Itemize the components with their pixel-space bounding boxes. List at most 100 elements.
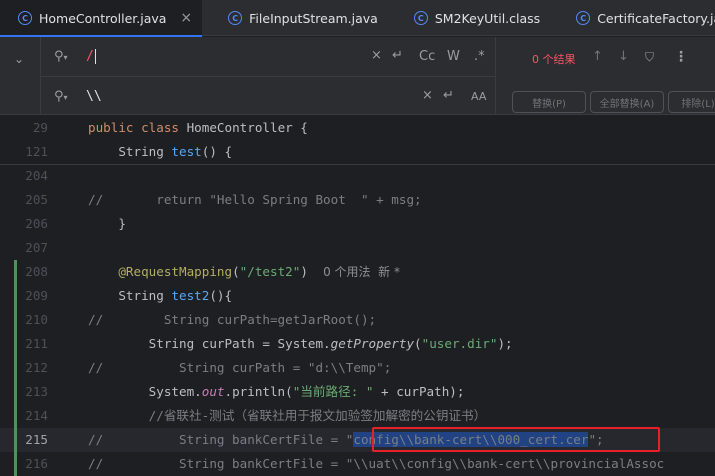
code-line[interactable]: 205 // return "Hello Spring Boot " + msg; <box>0 188 715 212</box>
tab-sm2-key-util[interactable]: C SM2KeyUtil.class <box>388 0 550 36</box>
code-text: // String bankCertFile = "\\uat\\config\… <box>88 452 664 476</box>
code-text: // String curPath = "d:\\Temp"; <box>88 356 391 380</box>
replace-all-button[interactable]: 全部替换(A) <box>590 91 664 113</box>
previous-occurrence-icon[interactable]: ↑ <box>592 49 603 64</box>
code-token: "user.dir" <box>421 336 498 351</box>
java-class-icon: C <box>18 11 32 25</box>
code-text: System.out.println("当前路径: " + curPath); <box>88 380 465 404</box>
code-text: //省联社-测试（省联社用于报文加验签加解密的公钥证书） <box>88 404 487 428</box>
code-line[interactable]: 209 String test2(){ <box>0 284 715 308</box>
line-number: 29 <box>32 120 48 135</box>
newline-icon[interactable]: ↵ <box>392 48 403 63</box>
tab-file-input-stream[interactable]: C FileInputStream.java <box>202 0 388 36</box>
code-line[interactable]: 121 String test() { <box>0 140 715 164</box>
preserve-case-toggle[interactable]: AA <box>471 90 486 103</box>
code-line[interactable]: 29 public class HomeController { <box>0 116 715 140</box>
sticky-header-separator <box>0 164 715 165</box>
whole-words-toggle[interactable]: W <box>447 49 460 64</box>
line-number: 211 <box>25 336 48 351</box>
newline-icon[interactable]: ↵ <box>443 88 454 103</box>
clear-replace-icon[interactable]: × <box>422 88 433 103</box>
highlight-annotation-box <box>372 427 660 452</box>
tab-label: SM2KeyUtil.class <box>434 10 541 26</box>
match-case-toggle[interactable]: Cc <box>419 49 435 64</box>
replace-button[interactable]: 替换(P) <box>512 91 586 113</box>
vcs-change-marker <box>14 260 17 476</box>
line-number: 212 <box>25 360 48 375</box>
code-text: String test2(){ <box>88 284 232 308</box>
code-token: test <box>171 144 202 159</box>
code-text: String test() { <box>88 140 232 164</box>
line-number: 207 <box>25 240 48 255</box>
code-line[interactable]: 211 String curPath = System.getProperty(… <box>0 332 715 356</box>
code-token: ); <box>497 336 513 351</box>
code-token: String <box>88 288 172 303</box>
code-token: String <box>88 144 172 159</box>
code-token: .println( <box>224 384 293 399</box>
code-token: test2 <box>171 288 210 303</box>
clear-search-icon[interactable]: × <box>371 48 382 63</box>
java-class-icon: C <box>413 11 428 25</box>
tab-label: HomeController.java <box>39 10 167 26</box>
replace-history-icon[interactable]: ⚲▾ <box>54 89 68 104</box>
code-line[interactable]: 208 @RequestMapping("/test2") 0 个用法 新 * <box>0 260 715 284</box>
code-line[interactable]: 214 //省联社-测试（省联社用于报文加验签加解密的公钥证书） <box>0 404 715 428</box>
code-line[interactable]: 210 // String curPath=getJarRoot(); <box>0 308 715 332</box>
divider <box>40 76 495 77</box>
tab-home-controller[interactable]: C HomeController.java × <box>0 0 203 37</box>
line-number: 206 <box>25 216 48 231</box>
regex-toggle[interactable]: .* <box>474 49 485 64</box>
code-text: // return "Hello Spring Boot " + msg; <box>88 188 422 212</box>
code-token: @RequestMapping <box>88 264 233 279</box>
search-history-icon[interactable]: ⚲▾ <box>54 49 68 64</box>
tab-label: FileInputStream.java <box>249 10 378 26</box>
line-number: 209 <box>25 288 48 303</box>
java-class-icon: C <box>228 11 243 25</box>
code-line[interactable]: 207 <box>0 236 715 260</box>
java-class-icon: C <box>576 11 591 25</box>
code-token: (){ <box>209 288 233 303</box>
code-token: ) <box>300 264 324 279</box>
chevron-down-icon[interactable]: ⌄ <box>14 52 24 66</box>
code-token: // String curPath = "d:\\Temp"; <box>88 360 392 375</box>
tab-certificate-factory[interactable]: C CertificateFactory.java <box>550 0 715 36</box>
more-options-icon[interactable]: ⋮ <box>674 49 688 65</box>
code-token: String curPath = System. <box>88 336 331 351</box>
line-number: 213 <box>25 384 48 399</box>
line-number: 215 <box>25 432 48 447</box>
replace-input[interactable]: \\ <box>86 89 102 104</box>
code-token: //省联社-测试（省联社用于报文加验签加解密的公钥证书） <box>88 408 487 423</box>
code-editor[interactable]: 29 public class HomeController { 121 Strin… <box>0 116 715 476</box>
code-line[interactable]: 213 System.out.println("当前路径: " + curPat… <box>0 380 715 404</box>
code-token: + curPath); <box>373 384 465 399</box>
code-line[interactable]: 204 <box>0 164 715 188</box>
code-text: @RequestMapping("/test2") 0 个用法 新 * <box>88 260 400 284</box>
line-number: 216 <box>25 456 48 471</box>
line-number: 121 <box>25 144 48 159</box>
code-token: HomeController { <box>186 120 308 135</box>
line-number: 205 <box>25 192 48 207</box>
code-text: String curPath = System.getProperty("use… <box>88 332 513 356</box>
code-token: // String curPath=getJarRoot(); <box>88 312 377 327</box>
exclude-button[interactable]: 排除(L) <box>668 91 715 113</box>
code-token: // String bankCertFile = <box>88 432 346 447</box>
next-occurrence-icon[interactable]: ↓ <box>618 49 629 64</box>
code-token: public class <box>88 120 187 135</box>
code-text: // String curPath=getJarRoot(); <box>88 308 376 332</box>
code-token: ( <box>232 264 240 279</box>
code-token: ( <box>414 336 422 351</box>
code-token: () { <box>201 144 233 159</box>
line-number: 214 <box>25 408 48 423</box>
close-tab-icon[interactable]: × <box>180 10 192 26</box>
search-input[interactable]: / <box>86 49 96 64</box>
code-line[interactable]: 212 // String curPath = "d:\\Temp"; <box>0 356 715 380</box>
code-token: } <box>88 216 126 231</box>
code-token: getProperty <box>330 336 415 351</box>
code-line[interactable]: 206 } <box>0 212 715 236</box>
code-token: 0 个用法 新 * <box>323 265 400 279</box>
line-number: 210 <box>25 312 48 327</box>
line-number: 208 <box>25 264 48 279</box>
code-line[interactable]: 216 // String bankCertFile = "\\uat\\conf… <box>0 452 715 476</box>
code-token: System. <box>88 384 202 399</box>
filter-icon[interactable]: ⛉ <box>645 50 654 65</box>
